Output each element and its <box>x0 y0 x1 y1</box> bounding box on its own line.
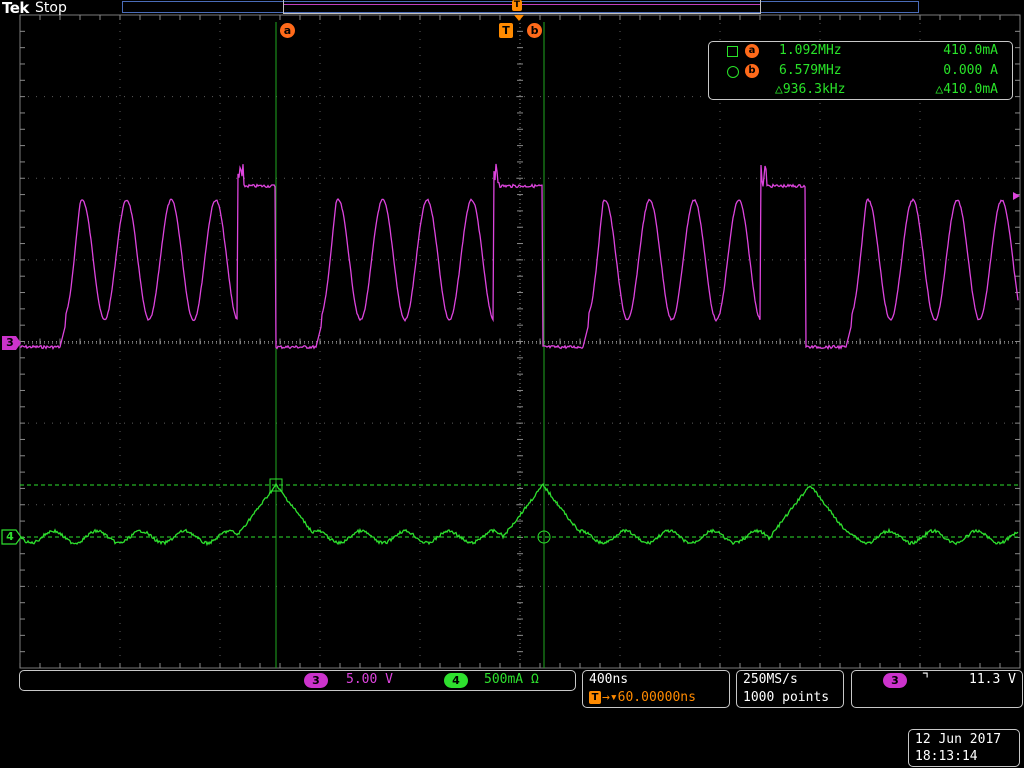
trigger-panel[interactable]: 3 ⌝ 11.3 V <box>851 670 1023 708</box>
date: 12 Jun 2017 <box>915 732 1002 747</box>
cursor-readout-panel: a 1.092MHz 410.0mA b 6.579MHz 0.000 A △9… <box>708 41 1013 100</box>
cursor-b-frequency: 6.579MHz <box>779 63 842 78</box>
ch4-badge[interactable]: 4 <box>444 673 468 688</box>
delta-frequency: △936.3kHz <box>775 82 846 97</box>
acquisition-status: Stop <box>35 0 67 16</box>
falling-edge-icon: ⌝ <box>922 670 930 688</box>
ch3-badge[interactable]: 3 <box>304 673 328 688</box>
trigger-position-arrow <box>514 15 524 21</box>
cursor-b-readout-marker: b <box>745 64 759 78</box>
ch3-waveform <box>19 163 1019 350</box>
ch4-scale[interactable]: 500mA Ω <box>484 672 539 687</box>
trigger-position-icon: T <box>589 691 601 704</box>
trigger-top-icon: T <box>512 0 522 11</box>
ch3-ground-label: 3 <box>6 336 14 349</box>
cursor-a-frequency: 1.092MHz <box>779 43 842 58</box>
brand-logo: Tek <box>2 0 29 17</box>
datetime-panel: 12 Jun 2017 18:13:14 <box>908 729 1020 767</box>
delta-amplitude: △410.0mA <box>935 82 998 97</box>
trigger-source-badge[interactable]: 3 <box>883 673 907 688</box>
record-length: 1000 points <box>743 690 830 705</box>
timebase-panel[interactable]: 400ns T →▾60.00000ns <box>582 670 730 708</box>
trigger-position-value[interactable]: →▾60.00000ns <box>602 690 696 705</box>
square-cursor-icon <box>727 46 738 57</box>
graticule <box>19 14 1021 669</box>
cursor-a-amplitude: 410.0mA <box>943 43 998 58</box>
trigger-level-arrow <box>1013 192 1020 200</box>
sample-rate: 250MS/s <box>743 672 798 687</box>
cursor-a-marker[interactable]: a <box>280 23 295 38</box>
channel-settings-bar[interactable]: 3 5.00 V 4 500mA Ω <box>19 670 576 691</box>
record-view-window <box>283 0 761 14</box>
ch4-waveform <box>19 482 1019 547</box>
oscilloscope-screen <box>1 14 1021 669</box>
cursor-b-marker[interactable]: b <box>527 23 542 38</box>
cursor-b-amplitude: 0.000 A <box>943 63 998 78</box>
trigger-level[interactable]: 11.3 V <box>969 672 1016 687</box>
timebase-scale[interactable]: 400ns <box>589 672 628 687</box>
acquisition-panel[interactable]: 250MS/s 1000 points <box>736 670 844 708</box>
ch4-ground-label: 4 <box>6 530 14 543</box>
ch3-scale[interactable]: 5.00 V <box>346 672 393 687</box>
circle-cursor-icon <box>727 66 739 78</box>
trigger-marker[interactable]: T <box>499 23 513 38</box>
cursor-a-readout-marker: a <box>745 44 759 58</box>
time: 18:13:14 <box>915 749 978 764</box>
